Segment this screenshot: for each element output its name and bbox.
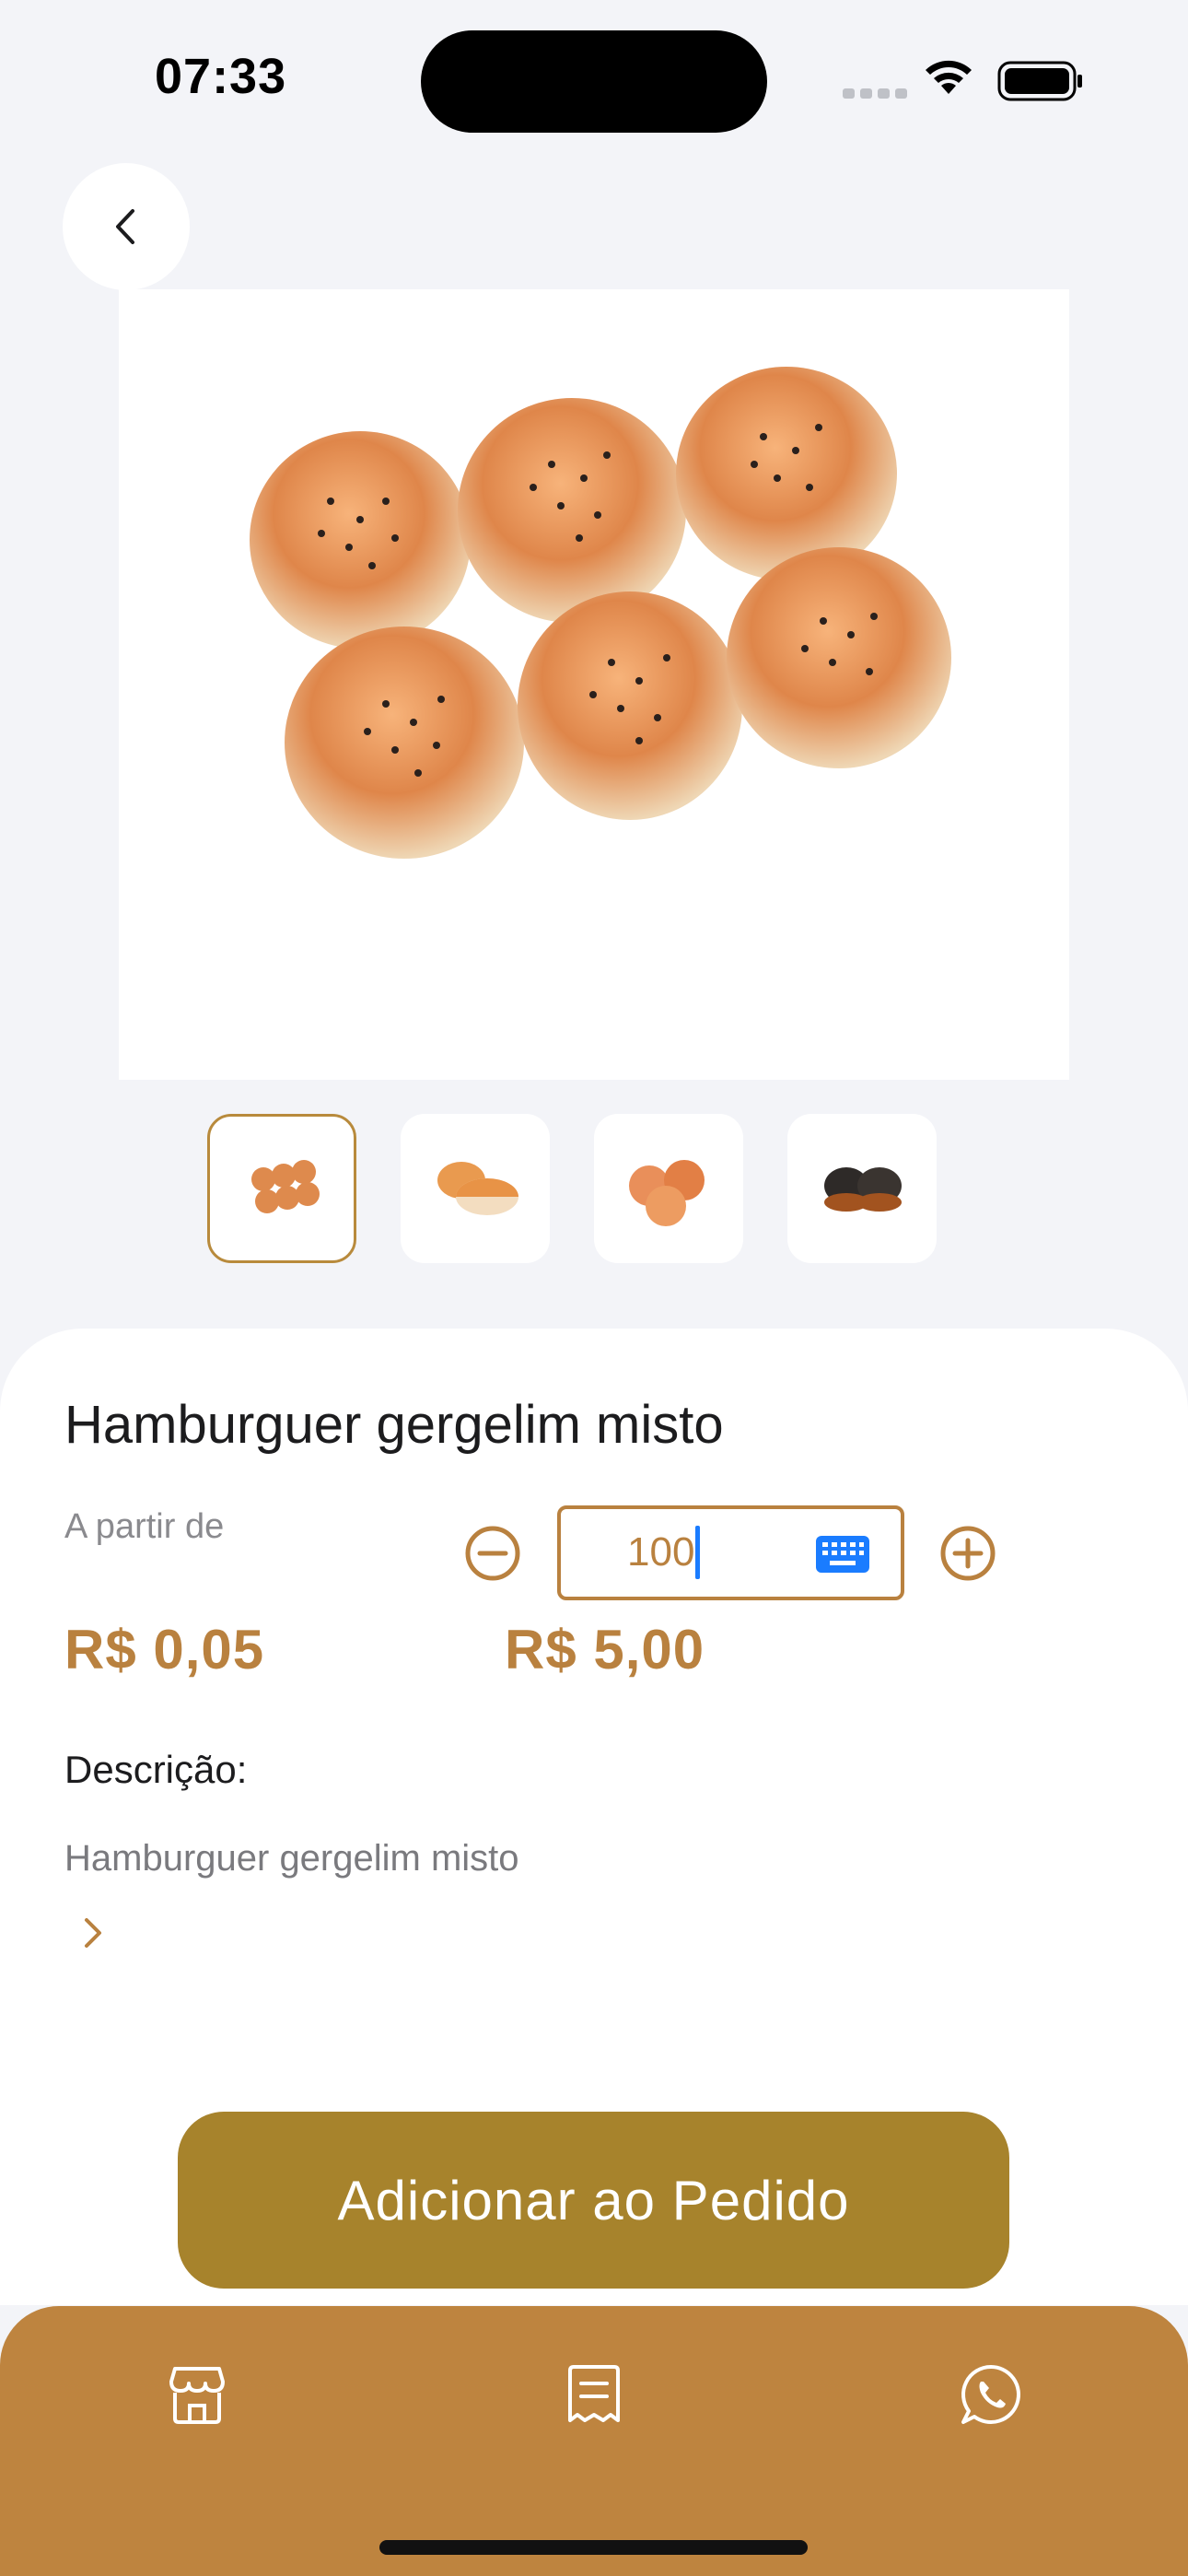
thumbnail-1[interactable] <box>207 1114 356 1263</box>
thumbnail-3[interactable] <box>594 1114 743 1263</box>
price-from-label: A partir de <box>64 1507 225 1546</box>
quantity-input[interactable]: 100 <box>557 1505 904 1600</box>
decrease-quantity-button[interactable] <box>464 1525 521 1582</box>
product-title: Hamburguer gergelim misto <box>64 1395 724 1455</box>
back-button[interactable] <box>63 163 190 290</box>
expand-description-chevron-icon[interactable] <box>81 1914 107 1951</box>
product-image <box>119 289 1069 1080</box>
quantity-value: 100 <box>627 1529 695 1575</box>
description-label: Descrição: <box>64 1748 248 1791</box>
unit-price: R$ 0,05 <box>64 1619 265 1680</box>
battery-icon <box>997 61 1082 101</box>
add-to-order-button[interactable]: Adicionar ao Pedido <box>178 2112 1009 2289</box>
bottom-tab-bar <box>0 2306 1188 2576</box>
receipt-icon[interactable] <box>561 2361 627 2428</box>
thumbnail-2[interactable] <box>401 1114 550 1263</box>
dynamic-island <box>421 30 767 133</box>
whatsapp-icon[interactable] <box>958 2361 1024 2428</box>
status-time: 07:33 <box>155 49 287 104</box>
total-price: R$ 5,00 <box>505 1619 705 1680</box>
keyboard-icon[interactable] <box>815 1535 870 1574</box>
text-cursor <box>695 1526 700 1579</box>
description-text: Hamburguer gergelim misto <box>64 1838 519 1879</box>
increase-quantity-button[interactable] <box>939 1525 996 1582</box>
home-indicator <box>379 2540 808 2555</box>
chevron-left-icon <box>116 209 134 244</box>
thumbnail-4[interactable] <box>787 1114 937 1263</box>
cellular-signal-icon <box>843 87 913 103</box>
wifi-icon <box>926 60 972 94</box>
store-icon[interactable] <box>164 2361 230 2428</box>
